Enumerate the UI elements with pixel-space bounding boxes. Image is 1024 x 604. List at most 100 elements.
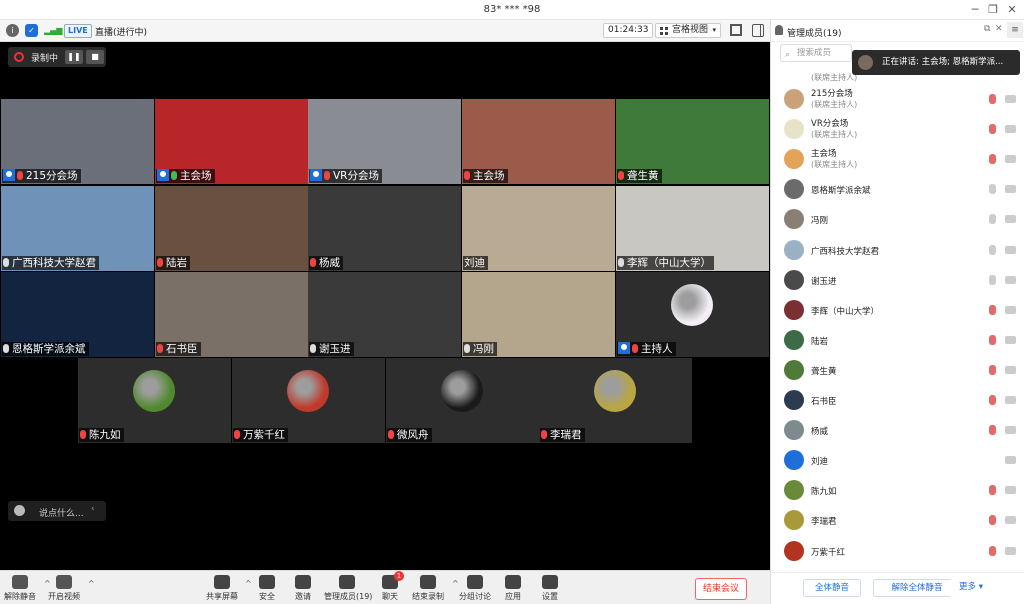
mic-muted-icon[interactable] — [989, 515, 996, 526]
video-tile[interactable]: 微风舟 — [386, 358, 539, 443]
info-icon[interactable]: i — [6, 24, 19, 37]
mic-muted-icon[interactable] — [989, 364, 996, 375]
chat-input[interactable]: 说点什么... ‹ — [8, 501, 106, 521]
video-tile[interactable]: 215分会场 — [1, 99, 154, 184]
close-icon[interactable]: ✕ — [1003, 2, 1021, 18]
apps-button[interactable]: 应用 — [496, 573, 530, 603]
camera-icon[interactable] — [1005, 456, 1016, 465]
camera-icon[interactable] — [1005, 365, 1016, 374]
view-mode-select[interactable]: 宫格视图 ▾ — [655, 23, 721, 38]
invite-button[interactable]: 邀请 — [286, 573, 320, 603]
camera-icon[interactable] — [1005, 125, 1016, 134]
camera-icon[interactable] — [1005, 546, 1016, 555]
close-panel-icon[interactable]: ✕ — [995, 24, 1003, 34]
chevron-up-icon[interactable]: ^ — [44, 579, 51, 588]
mic-muted-icon[interactable] — [989, 94, 996, 104]
video-tile[interactable]: 冯刚 — [462, 272, 615, 357]
member-row[interactable]: 冯刚 — [771, 204, 1024, 234]
video-tile[interactable]: 陆岩 — [155, 186, 308, 271]
member-row[interactable]: 刘迪 — [771, 445, 1024, 475]
member-row[interactable]: 主会场 (联席主持人) — [771, 144, 1024, 174]
member-row[interactable]: 聋生黄 — [771, 355, 1024, 385]
camera-icon[interactable] — [1005, 185, 1016, 194]
video-tile[interactable]: 谢玉进 — [308, 272, 461, 357]
shield-button[interactable]: 安全 — [250, 573, 284, 603]
member-search-input[interactable]: ⌕ 搜索成员 — [780, 44, 852, 62]
video-tile[interactable]: 石书臣 — [155, 272, 308, 357]
more-button[interactable]: 更多 ▾ — [949, 579, 993, 597]
minimize-icon[interactable]: ─ — [966, 2, 984, 18]
mic-muted-icon[interactable] — [989, 485, 996, 496]
fullscreen-icon[interactable] — [730, 24, 742, 36]
video-tile[interactable]: 主持人 — [616, 272, 769, 357]
camera-icon[interactable] — [1005, 245, 1016, 254]
share-screen-button[interactable]: 共享屏幕 — [205, 573, 239, 603]
video-tile[interactable]: 聋生黄 — [616, 99, 769, 184]
member-row[interactable]: 李辉（中山大学） — [771, 295, 1024, 325]
member-row[interactable]: 石书臣 — [771, 385, 1024, 415]
video-tile[interactable]: 恩格斯学派余斌 — [1, 272, 154, 357]
member-row[interactable]: VR分会场 (联席主持人) — [771, 114, 1024, 144]
camera-icon[interactable] — [1005, 335, 1016, 344]
collapse-chat-icon[interactable]: ‹ — [91, 504, 95, 514]
member-row[interactable]: 谢玉进 — [771, 265, 1024, 295]
mic-icon[interactable] — [989, 274, 996, 285]
member-row[interactable]: 恩格斯学派余斌 — [771, 174, 1024, 204]
stop-record-button[interactable]: ■ — [86, 50, 104, 64]
camera-icon[interactable] — [1005, 516, 1016, 525]
member-row[interactable]: 215分会场 (联席主持人) — [771, 84, 1024, 114]
mic-muted-icon[interactable] — [989, 545, 996, 556]
menu-icon[interactable]: ≡ — [1007, 22, 1023, 38]
mic-muted-icon[interactable] — [989, 304, 996, 315]
breakout-button[interactable]: 分组讨论 — [458, 573, 492, 603]
emoji-icon[interactable] — [14, 505, 25, 516]
pause-record-button[interactable]: ❚❚ — [65, 50, 83, 64]
mic-muted-icon[interactable] — [989, 425, 996, 436]
camera-icon[interactable] — [1005, 215, 1016, 224]
camera-icon[interactable] — [1005, 305, 1016, 314]
camera-icon[interactable] — [1005, 426, 1016, 435]
video-tile[interactable]: VR分会场 — [308, 99, 461, 184]
mic-icon[interactable] — [989, 214, 996, 225]
live-badge[interactable]: LIVE — [64, 24, 92, 38]
video-tile[interactable]: 主会场 — [462, 99, 615, 184]
member-row[interactable]: 陆岩 — [771, 325, 1024, 355]
member-row[interactable]: 杨威 — [771, 415, 1024, 445]
video-tile[interactable]: 万紫千红 — [232, 358, 385, 443]
mic-off-button[interactable]: 解除静音 — [3, 573, 37, 603]
chevron-up-icon[interactable]: ^ — [88, 579, 95, 588]
members-button[interactable]: 管理成员(19) — [324, 573, 372, 603]
side-panel-icon[interactable] — [752, 24, 764, 37]
stop-record-button[interactable]: 结束录制 — [411, 573, 445, 603]
restore-icon[interactable]: ❐ — [984, 2, 1002, 18]
mute-all-button[interactable]: 全体静音 — [803, 579, 861, 597]
live-status[interactable]: 直播(进行中) — [95, 25, 147, 38]
chevron-up-icon[interactable]: ^ — [452, 579, 459, 588]
camera-off-button[interactable]: 开启视频 — [47, 573, 81, 603]
camera-icon[interactable] — [1005, 95, 1016, 103]
signal-icon[interactable]: ▂▄▆ — [44, 24, 62, 37]
unmute-all-button[interactable]: 解除全体静音 — [873, 579, 961, 597]
mic-icon[interactable] — [989, 184, 996, 195]
video-tile[interactable]: 陈九如 — [78, 358, 231, 443]
video-tile[interactable]: 刘迪 — [462, 186, 615, 271]
mic-muted-icon[interactable] — [989, 334, 996, 345]
camera-icon[interactable] — [1005, 275, 1016, 284]
mic-muted-icon[interactable] — [989, 124, 996, 135]
camera-icon[interactable] — [1005, 396, 1016, 404]
camera-icon[interactable] — [1005, 155, 1016, 164]
gear-button[interactable]: 设置 — [533, 573, 567, 603]
member-row[interactable]: 陈九如 — [771, 475, 1024, 505]
camera-icon[interactable] — [1005, 486, 1016, 495]
popout-icon[interactable]: ⧉ — [984, 24, 990, 34]
member-row[interactable]: 广西科技大学赵君 — [771, 235, 1024, 265]
video-tile[interactable]: 李瑞君 — [539, 358, 692, 443]
video-tile[interactable]: 李辉（中山大学） — [616, 186, 769, 271]
end-meeting-button[interactable]: 结束会议 — [695, 578, 747, 600]
mic-muted-icon[interactable] — [989, 154, 996, 165]
video-tile[interactable]: 杨威 — [308, 186, 461, 271]
chat-button[interactable]: 1 聊天 — [373, 571, 407, 603]
video-tile[interactable]: 主会场 — [155, 99, 308, 184]
video-tile[interactable]: 广西科技大学赵君 — [1, 186, 154, 271]
member-row[interactable]: 万紫千红 — [771, 536, 1024, 566]
